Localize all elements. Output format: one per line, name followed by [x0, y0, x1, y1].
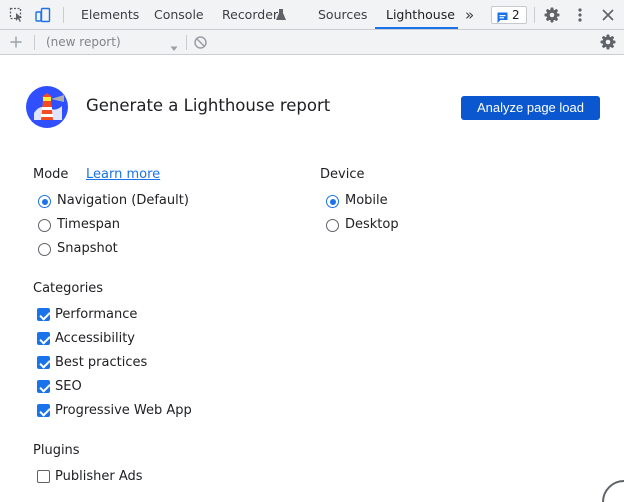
- floating-action-circle[interactable]: [602, 480, 624, 502]
- toolbar-divider: [186, 35, 187, 50]
- device-option-mobile[interactable]: Mobile: [321, 192, 411, 210]
- mode-option-timespan[interactable]: Timespan: [33, 216, 133, 234]
- category-performance[interactable]: Performance: [33, 306, 153, 324]
- inspect-element-icon[interactable]: [8, 6, 26, 24]
- clear-icon[interactable]: [193, 35, 208, 50]
- more-tabs-icon[interactable]: »: [465, 0, 474, 30]
- issues-badge-button[interactable]: 2: [491, 6, 527, 24]
- category-label: Accessibility: [55, 331, 135, 346]
- category-accessibility[interactable]: Accessibility: [33, 330, 153, 348]
- category-label: Progressive Web App: [55, 403, 192, 418]
- recorder-flask-icon: [275, 7, 287, 21]
- category-best-practices[interactable]: Best practices: [33, 354, 153, 372]
- category-label: Best practices: [55, 355, 148, 370]
- add-icon[interactable]: [8, 34, 24, 50]
- category-seo[interactable]: SEO: [33, 378, 113, 396]
- category-pwa[interactable]: Progressive Web App: [33, 402, 193, 420]
- tab-elements[interactable]: Elements: [81, 0, 139, 30]
- issues-icon: [496, 9, 509, 23]
- close-icon[interactable]: [599, 6, 617, 24]
- plugin-publisher-ads[interactable]: Publisher Ads: [33, 468, 153, 486]
- checkbox-seo[interactable]: [37, 380, 50, 393]
- tab-sources[interactable]: Sources: [318, 0, 367, 30]
- tab-bar-divider: [63, 7, 64, 23]
- device-toolbar-icon[interactable]: [34, 6, 52, 24]
- device-option-desktop[interactable]: Desktop: [321, 216, 411, 234]
- mode-option-navigation[interactable]: Navigation (Default): [33, 192, 193, 210]
- device-option-label: Mobile: [345, 193, 388, 208]
- report-select[interactable]: (new report): [46, 35, 121, 49]
- tab-console[interactable]: Console: [154, 0, 204, 30]
- analyze-page-load-button[interactable]: Analyze page load: [461, 96, 600, 120]
- plugin-label: Publisher Ads: [55, 469, 143, 484]
- mode-option-label: Timespan: [57, 217, 121, 232]
- radio-snapshot[interactable]: [38, 243, 51, 256]
- plugins-section-title: Plugins: [33, 443, 80, 458]
- checkbox-accessibility[interactable]: [37, 332, 50, 345]
- mode-section-title: Mode: [33, 167, 69, 182]
- lighthouse-toolbar: (new report): [0, 30, 624, 55]
- checkbox-pwa[interactable]: [37, 404, 50, 417]
- more-vertical-icon[interactable]: [571, 6, 589, 24]
- issues-count: 2: [512, 8, 520, 22]
- radio-timespan[interactable]: [38, 219, 51, 232]
- learn-more-link[interactable]: Learn more: [86, 167, 160, 183]
- tab-recorder[interactable]: Recorder: [222, 0, 278, 30]
- active-tab-indicator: [375, 27, 458, 29]
- category-label: SEO: [55, 379, 82, 394]
- checkbox-best-practices[interactable]: [37, 356, 50, 369]
- checkbox-performance[interactable]: [37, 308, 50, 321]
- page-title: Generate a Lighthouse report: [86, 96, 331, 115]
- categories-section-title: Categories: [33, 281, 104, 296]
- tab-lighthouse[interactable]: Lighthouse: [386, 0, 455, 30]
- checkbox-publisher-ads[interactable]: [37, 470, 50, 483]
- settings-gear-icon[interactable]: [543, 6, 561, 24]
- radio-desktop[interactable]: [326, 219, 339, 232]
- device-option-label: Desktop: [345, 217, 399, 232]
- tab-bar-divider: [534, 7, 535, 23]
- lighthouse-logo: [26, 86, 68, 128]
- lighthouse-settings-icon[interactable]: [599, 33, 617, 51]
- mode-option-label: Navigation (Default): [57, 193, 189, 208]
- devtools-tab-bar: Elements Console Recorder Sources Lighth…: [0, 0, 624, 30]
- device-section-title: Device: [320, 167, 365, 182]
- radio-mobile[interactable]: [326, 195, 339, 208]
- category-label: Performance: [55, 307, 138, 322]
- mode-option-label: Snapshot: [57, 241, 118, 256]
- dropdown-arrow-icon[interactable]: [169, 38, 179, 51]
- mode-option-snapshot[interactable]: Snapshot: [33, 240, 133, 258]
- toolbar-divider: [34, 35, 35, 50]
- radio-navigation[interactable]: [38, 195, 51, 208]
